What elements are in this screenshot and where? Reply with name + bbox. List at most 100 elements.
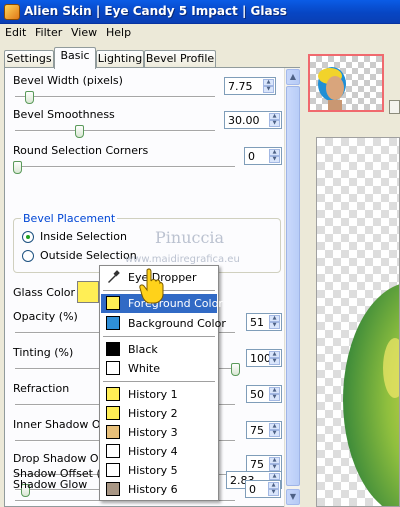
round-corners-field[interactable]: 0 ▲ ▼ [244, 147, 282, 165]
scroll-thumb[interactable] [286, 86, 300, 486]
menu-filter[interactable]: Filter [35, 26, 62, 39]
menu-separator [103, 336, 215, 337]
opacity-field[interactable]: 51 ▲ ▼ [246, 313, 282, 331]
tinting-field[interactable]: 100 ▲ ▼ [246, 349, 282, 367]
watermark-title: Pinuccia [155, 228, 225, 247]
tinting-down-icon[interactable]: ▼ [269, 358, 280, 365]
shadow-glow-label: Shadow Glow [13, 478, 88, 491]
outside-selection-label[interactable]: Outside Selection [40, 249, 137, 262]
glass-color-swatch[interactable] [77, 281, 99, 303]
eyedropper-icon [108, 270, 120, 283]
history-3-swatch [106, 425, 120, 439]
round-corners-slider-track[interactable] [15, 166, 235, 168]
tab-basic[interactable]: Basic [54, 47, 96, 69]
shadow-glow-field[interactable]: 0 ▲ ▼ [245, 480, 281, 498]
menu-edit[interactable]: Edit [5, 26, 26, 39]
round-corners-up-icon[interactable]: ▲ [269, 149, 280, 156]
background-color-swatch [106, 316, 120, 330]
menu-item-history-4[interactable]: History 4 [101, 442, 217, 461]
bevel-smoothness-up-icon[interactable]: ▲ [269, 113, 280, 120]
history-1-label: History 1 [128, 388, 178, 401]
menu-item-black[interactable]: Black [101, 340, 217, 359]
drop-shadow-down-icon[interactable]: ▼ [269, 464, 280, 471]
history-5-label: History 5 [128, 464, 178, 477]
drop-shadow-value: 75 [250, 458, 264, 471]
menu-item-history-2[interactable]: History 2 [101, 404, 217, 423]
bevel-width-field[interactable]: 7.75 ▲ ▼ [224, 77, 276, 95]
glass-color-label: Glass Color [13, 286, 75, 299]
white-label: White [128, 362, 160, 375]
opacity-down-icon[interactable]: ▼ [269, 322, 280, 329]
window-title: Alien Skin | Eye Candy 5 Impact | Glass [24, 4, 287, 18]
outside-selection-radio[interactable] [22, 250, 34, 262]
refraction-down-icon[interactable]: ▼ [269, 394, 280, 401]
opacity-up-icon[interactable]: ▲ [269, 315, 280, 322]
tab-lighting[interactable]: Lighting [96, 50, 144, 68]
bevel-width-value: 7.75 [228, 80, 253, 93]
glass-preview-image [343, 284, 399, 506]
inside-selection-radio[interactable] [22, 231, 34, 243]
menu-item-history-6[interactable]: History 6 [101, 480, 217, 499]
opacity-value: 51 [250, 316, 264, 329]
bevel-width-slider-track[interactable] [15, 96, 215, 98]
bevel-width-up-icon[interactable]: ▲ [263, 79, 274, 86]
inner-shadow-up-icon[interactable]: ▲ [269, 423, 280, 430]
refraction-field[interactable]: 50 ▲ ▼ [246, 385, 282, 403]
drop-shadow-label: Drop Shadow Opa [13, 452, 113, 465]
tinting-value: 100 [250, 352, 271, 365]
menu-item-white[interactable]: White [101, 359, 217, 378]
history-6-swatch [106, 482, 120, 496]
refraction-value: 50 [250, 388, 264, 401]
history-3-label: History 3 [128, 426, 178, 439]
inner-shadow-field[interactable]: 75 ▲ ▼ [246, 421, 282, 439]
bevel-width-down-icon[interactable]: ▼ [263, 86, 274, 93]
menu-item-history-3[interactable]: History 3 [101, 423, 217, 442]
shadow-glow-value: 0 [249, 483, 256, 496]
bevel-smoothness-slider-track[interactable] [15, 130, 215, 132]
white-swatch [106, 361, 120, 375]
round-corners-down-icon[interactable]: ▼ [269, 156, 280, 163]
round-corners-value: 0 [248, 150, 255, 163]
preview-toggle-button[interactable] [389, 100, 400, 114]
shadow-glow-up-icon[interactable]: ▲ [268, 482, 279, 489]
history-5-swatch [106, 463, 120, 477]
title-bar: Alien Skin | Eye Candy 5 Impact | Glass [0, 0, 400, 24]
tab-settings[interactable]: Settings [4, 50, 54, 68]
bevel-smoothness-down-icon[interactable]: ▼ [269, 120, 280, 127]
bevel-smoothness-value: 30.00 [228, 114, 260, 127]
vertical-scrollbar[interactable]: ▲ ▼ [284, 68, 300, 507]
black-swatch [106, 342, 120, 356]
tinting-slider-thumb[interactable] [231, 363, 240, 376]
menu-item-history-1[interactable]: History 1 [101, 385, 217, 404]
inner-shadow-down-icon[interactable]: ▼ [269, 430, 280, 437]
bevel-smoothness-field[interactable]: 30.00 ▲ ▼ [224, 111, 282, 129]
shadow-offset-up-icon[interactable]: ▲ [269, 473, 280, 480]
shadow-glow-down-icon[interactable]: ▼ [268, 489, 279, 496]
opacity-label: Opacity (%) [13, 310, 78, 323]
menu-item-history-5[interactable]: History 5 [101, 461, 217, 480]
tab-bevel-profile[interactable]: Bevel Profile [144, 50, 216, 68]
round-corners-label: Round Selection Corners [13, 144, 149, 157]
preview-thumbnail[interactable] [308, 54, 384, 112]
menu-separator [103, 381, 215, 382]
menu-help[interactable]: Help [106, 26, 131, 39]
round-corners-slider-thumb[interactable] [13, 161, 22, 174]
scroll-up-button[interactable]: ▲ [286, 69, 300, 85]
tinting-up-icon[interactable]: ▲ [269, 351, 280, 358]
bevel-smoothness-slider-thumb[interactable] [75, 125, 84, 138]
inside-selection-label[interactable]: Inside Selection [40, 230, 127, 243]
bevel-width-slider-thumb[interactable] [25, 91, 34, 104]
refraction-label: Refraction [13, 382, 70, 395]
menu-view[interactable]: View [71, 26, 97, 39]
scroll-down-button[interactable]: ▼ [286, 489, 300, 505]
portrait-image [318, 67, 346, 110]
inner-shadow-value: 75 [250, 424, 264, 437]
history-2-label: History 2 [128, 407, 178, 420]
drop-shadow-up-icon[interactable]: ▲ [269, 457, 280, 464]
bevel-width-label: Bevel Width (pixels) [13, 74, 123, 87]
menu-item-background-color[interactable]: Background Color [101, 314, 226, 333]
foreground-color-swatch [106, 296, 120, 310]
refraction-up-icon[interactable]: ▲ [269, 387, 280, 394]
history-1-swatch [106, 387, 120, 401]
preview-canvas[interactable] [316, 137, 400, 507]
